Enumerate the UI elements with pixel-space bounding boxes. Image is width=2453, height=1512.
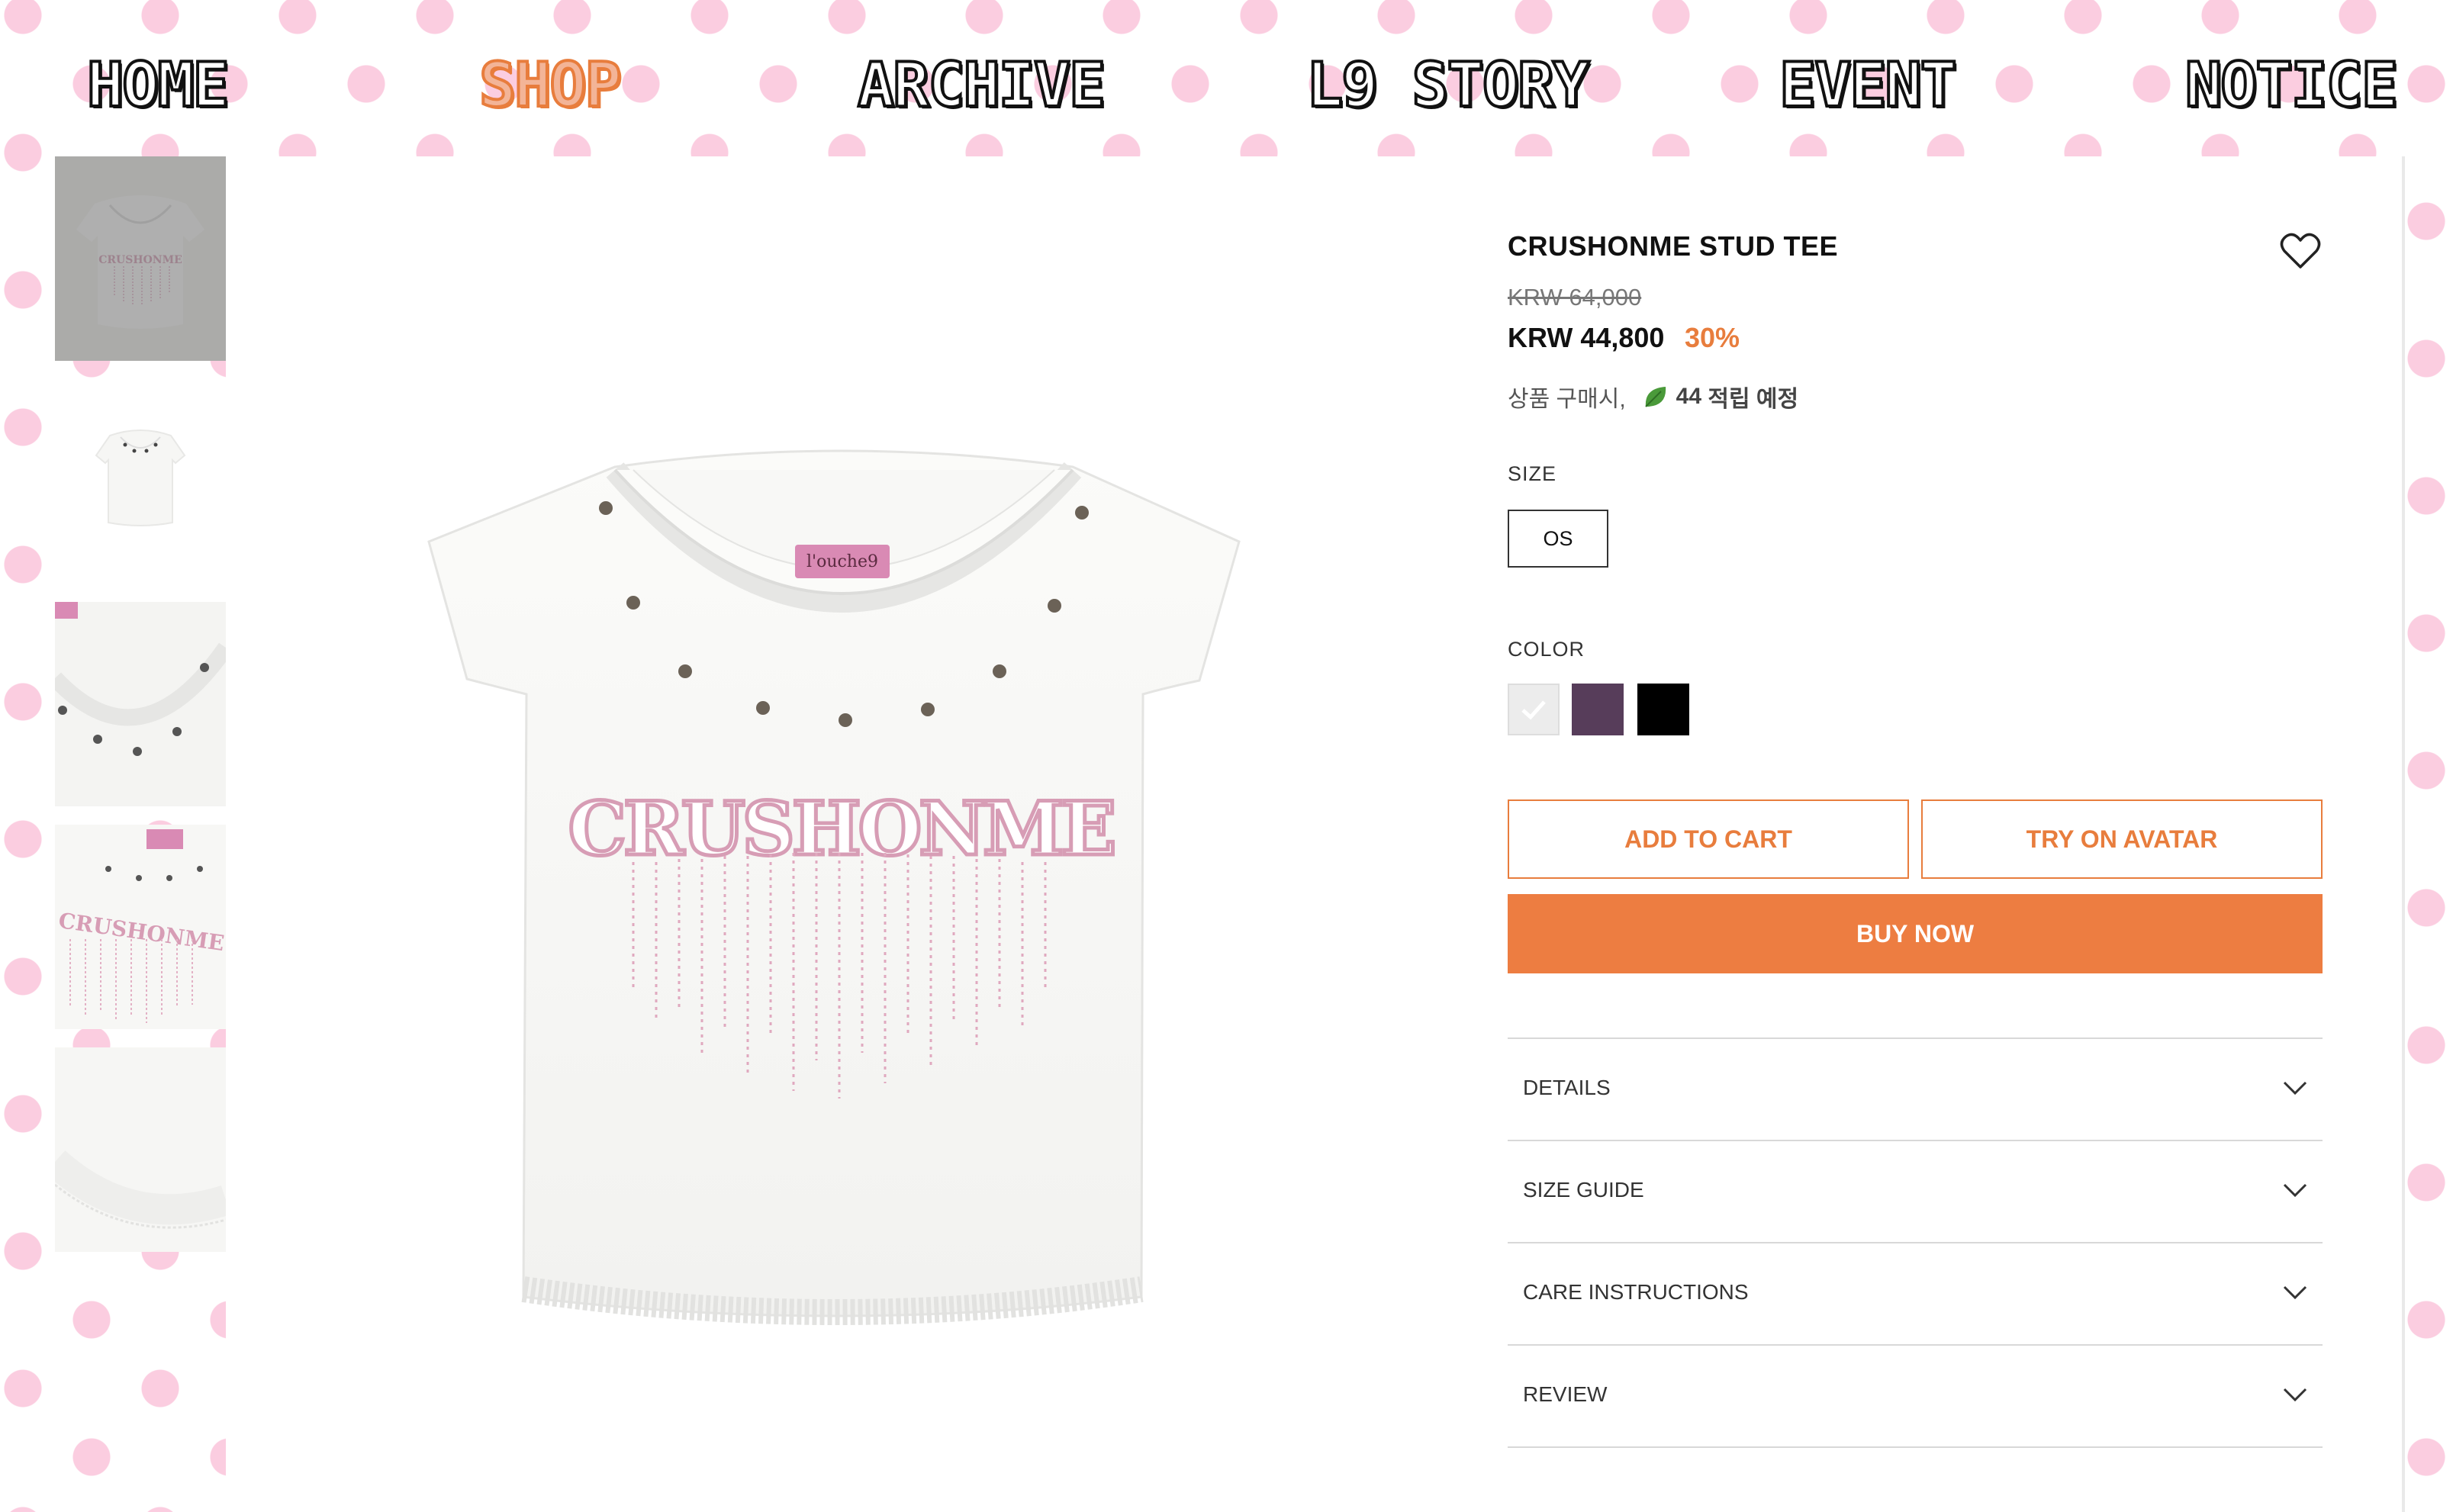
reward-points: 상품 구매시, 44 적립 예정	[1508, 380, 1798, 413]
graphic-print: CRUSHONME	[568, 786, 1114, 872]
thumbnail-2[interactable]	[55, 379, 226, 584]
top-navigation: HOME SHOP ARCHIVE L9 STORY EVENT NOTICE	[0, 0, 2453, 160]
accordion-label: SIZE GUIDE	[1523, 1178, 1644, 1202]
leaf-icon	[1644, 387, 1666, 407]
accordion-details[interactable]: DETAILS	[1508, 1039, 2323, 1140]
svg-text:CRUSHONME: CRUSHONME	[98, 254, 182, 266]
accordion-label: DETAILS	[1523, 1076, 1611, 1099]
product-title: CRUSHONME STUD TEE	[1508, 230, 1839, 262]
nav-home[interactable]: HOME	[85, 47, 231, 124]
accordion-care-instructions[interactable]: CARE INSTRUCTIONS	[1508, 1243, 2323, 1344]
nav-shop[interactable]: SHOP	[478, 47, 623, 124]
brand-tag: l'ouche9	[806, 552, 878, 571]
check-icon	[1521, 700, 1546, 720]
add-to-cart-button[interactable]: ADD TO CART	[1508, 799, 1909, 879]
color-swatch-white[interactable]	[1508, 684, 1560, 735]
nav-notice[interactable]: NOTICE	[2184, 47, 2400, 124]
buy-now-button[interactable]: BUY NOW	[1508, 894, 2323, 973]
thumbnail-4[interactable]: CRUSHONME	[55, 825, 226, 1029]
chevron-down-icon	[2283, 1285, 2307, 1300]
chevron-down-icon	[2283, 1183, 2307, 1198]
color-swatch-black[interactable]	[1637, 684, 1689, 735]
thumbnail-5[interactable]	[55, 1047, 226, 1252]
accordion-label: REVIEW	[1523, 1382, 1608, 1406]
panel-edge	[2402, 156, 2405, 1512]
accordion-size-guide[interactable]: SIZE GUIDE	[1508, 1141, 2323, 1242]
accordion-review[interactable]: REVIEW	[1508, 1346, 2323, 1446]
original-price: KRW 64,000	[1508, 284, 1642, 310]
points-prefix: 상품 구매시,	[1508, 387, 1626, 412]
nav-archive[interactable]: ARCHIVE	[856, 47, 1107, 124]
try-on-avatar-button[interactable]: TRY ON AVATAR	[1921, 799, 2323, 879]
color-swatch-purple[interactable]	[1572, 684, 1624, 735]
nav-l9-story[interactable]: L9 STORY	[1305, 47, 1591, 124]
nav-event[interactable]: EVENT	[1778, 47, 1959, 124]
divider	[1508, 1446, 2323, 1448]
product-main-image: l'ouche9 CRUSHONME	[412, 427, 1267, 1373]
color-label: COLOR	[1508, 638, 1585, 661]
wishlist-heart-icon[interactable]	[2280, 232, 2321, 270]
chevron-down-icon	[2283, 1081, 2307, 1095]
size-label: SIZE	[1508, 462, 1557, 485]
size-option-os[interactable]: OS	[1508, 510, 1608, 568]
chevron-down-icon	[2283, 1388, 2307, 1402]
points-amount: 44	[1676, 384, 1702, 409]
points-suffix: 적립 예정	[1708, 387, 1799, 412]
gallery-divider	[226, 156, 235, 1512]
accordion-label: CARE INSTRUCTIONS	[1523, 1280, 1749, 1304]
thumbnail-1[interactable]: CRUSHONME	[55, 156, 226, 361]
sale-price: KRW 44,800	[1508, 322, 1665, 353]
thumbnail-3[interactable]	[55, 602, 226, 806]
discount-rate: 30%	[1685, 322, 1740, 353]
